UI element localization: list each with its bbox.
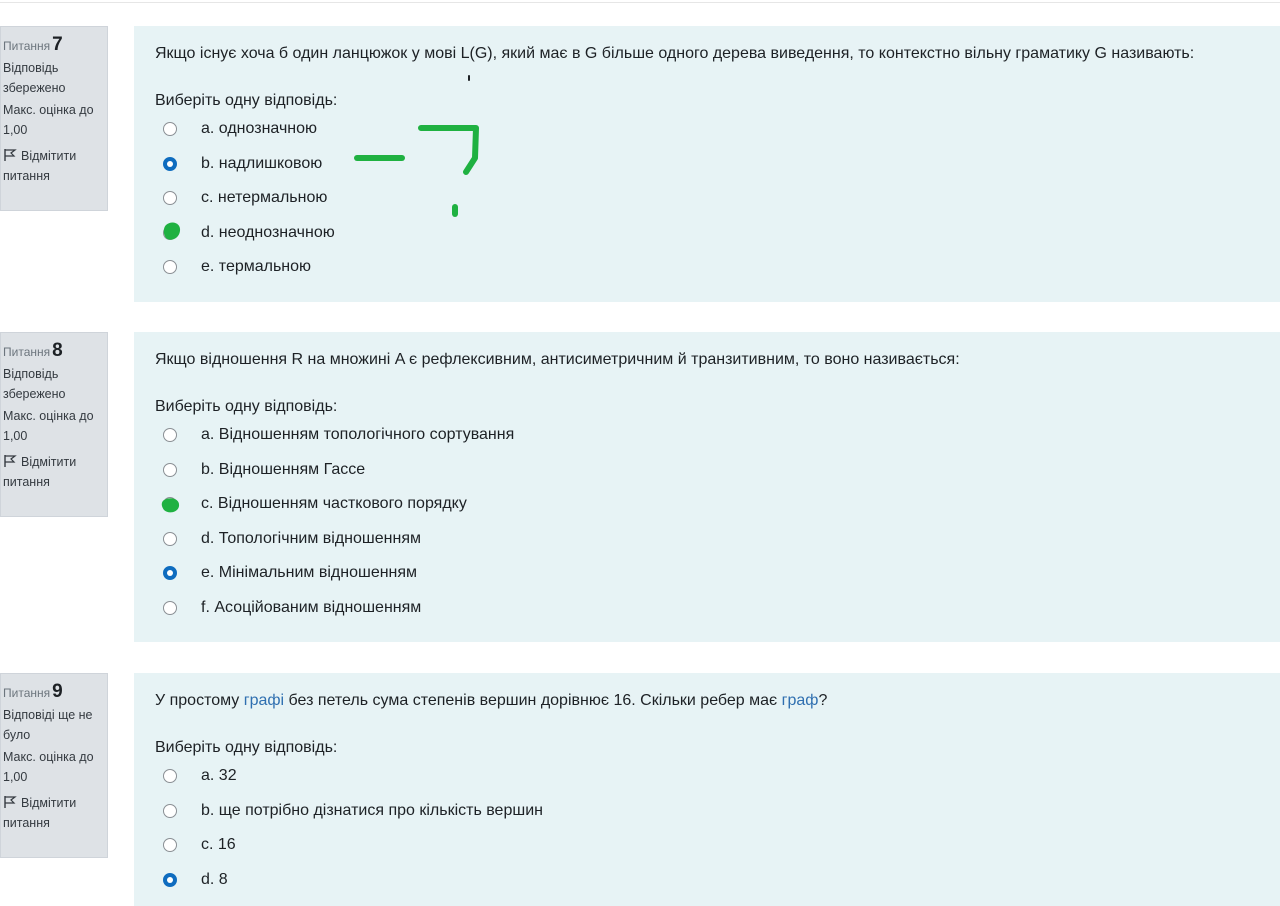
question-text-part: ? bbox=[818, 692, 828, 709]
answer-label: f. Асоційованим відношенням bbox=[201, 598, 422, 616]
answer-radio[interactable] bbox=[163, 803, 177, 818]
question-state: Відповіді ще не було bbox=[3, 708, 93, 742]
question-max-grade: Макс. оцінка до 1,00 bbox=[3, 750, 94, 784]
answer-option[interactable]: a. 32 bbox=[155, 759, 1260, 794]
question-text-part: У простому bbox=[155, 692, 244, 709]
question-number: Питання 7 bbox=[3, 35, 103, 56]
answer-radio[interactable] bbox=[163, 225, 177, 240]
flag-icon bbox=[4, 149, 17, 161]
answer-option[interactable]: d. неоднозначною bbox=[155, 216, 1260, 251]
question-number-value: 9 bbox=[52, 681, 63, 702]
answer-radio[interactable] bbox=[163, 769, 177, 784]
glossary-link-graph[interactable]: графі bbox=[244, 692, 284, 709]
answer-label: b. ще потрібно дізнатися про кількість в… bbox=[201, 801, 543, 819]
answer-list: a. 32 b. ще потрібно дізнатися про кількі… bbox=[155, 759, 1260, 897]
answer-prompt: Виберіть одну відповідь: bbox=[155, 398, 338, 415]
question-label: Питання bbox=[3, 39, 51, 53]
question-text: Якщо існує хоча б один ланцюжок у мові L… bbox=[155, 45, 1195, 62]
answer-label: c. Відношенням часткового порядку bbox=[201, 495, 467, 513]
flag-icon bbox=[4, 796, 17, 808]
answer-label: e. Мінімальним відношенням bbox=[201, 564, 418, 582]
flag-icon bbox=[4, 455, 17, 467]
question-info: Питання 8 Відповідь збережено Макс. оцінк… bbox=[0, 332, 108, 517]
question-content: Якщо існує хоча б один ланцюжок у мові L… bbox=[134, 26, 1280, 302]
answer-option[interactable]: d. Топологічним відношенням bbox=[155, 522, 1260, 557]
answer-list: a. Відношенням топологічного сортування b… bbox=[155, 418, 1260, 625]
flag-question-link[interactable]: Відмітити питання bbox=[3, 452, 103, 492]
answer-radio[interactable] bbox=[163, 122, 177, 137]
answer-label: b. надлишковою bbox=[201, 154, 323, 172]
answer-option[interactable]: e. термальною bbox=[155, 250, 1260, 285]
answer-prompt: Виберіть одну відповідь: bbox=[155, 92, 338, 109]
answer-label: e. термальною bbox=[201, 258, 312, 276]
question-info: Питання 7 Відповідь збережено Макс. оцінк… bbox=[0, 26, 108, 211]
question-number-value: 7 bbox=[52, 34, 63, 55]
answer-radio[interactable] bbox=[163, 497, 177, 512]
answer-radio[interactable] bbox=[163, 872, 177, 887]
question-number: Питання 8 bbox=[3, 341, 103, 362]
question-label: Питання bbox=[3, 345, 51, 359]
answer-option[interactable]: a. Відношенням топологічного сортування bbox=[155, 418, 1260, 453]
flag-question-link[interactable]: Відмітити питання bbox=[3, 146, 103, 186]
question-max-grade: Макс. оцінка до 1,00 bbox=[3, 409, 94, 443]
answer-option[interactable]: f. Асоційованим відношенням bbox=[155, 591, 1260, 626]
answer-label: c. 16 bbox=[201, 836, 236, 854]
glossary-link-graph[interactable]: граф bbox=[782, 692, 819, 709]
answer-radio[interactable] bbox=[163, 191, 177, 206]
question-state: Відповідь збережено bbox=[3, 61, 66, 95]
answer-option[interactable]: a. однозначною bbox=[155, 112, 1260, 147]
answer-radio[interactable] bbox=[163, 838, 177, 853]
answer-option[interactable]: b. надлишковою bbox=[155, 147, 1260, 182]
answer-radio[interactable] bbox=[163, 566, 177, 581]
answer-label: a. 32 bbox=[201, 767, 237, 785]
answer-option[interactable]: c. нетермальною bbox=[155, 181, 1260, 216]
answer-option[interactable]: d. 8 bbox=[155, 863, 1260, 898]
question-content: У простому графі без петель сума степені… bbox=[134, 673, 1280, 906]
answer-option[interactable]: c. 16 bbox=[155, 828, 1260, 863]
question-text: Якщо відношення R на множині A є рефлекс… bbox=[155, 351, 960, 368]
answer-label: c. нетермальною bbox=[201, 189, 328, 207]
answer-radio[interactable] bbox=[163, 156, 177, 171]
answer-option[interactable]: b. Відношенням Гассе bbox=[155, 453, 1260, 488]
answer-option[interactable]: e. Мінімальним відношенням bbox=[155, 556, 1260, 591]
flag-question-link[interactable]: Відмітити питання bbox=[3, 793, 103, 833]
answer-label: a. Відношенням топологічного сортування bbox=[201, 426, 515, 444]
question-number: Питання 9 bbox=[3, 682, 103, 703]
question-label: Питання bbox=[3, 686, 51, 700]
answer-label: d. Топологічним відношенням bbox=[201, 529, 421, 547]
answer-radio[interactable] bbox=[163, 428, 177, 443]
answer-label: a. однозначною bbox=[201, 120, 318, 138]
question-content: Якщо відношення R на множині A є рефлекс… bbox=[134, 332, 1280, 642]
answer-label: b. Відношенням Гассе bbox=[201, 460, 366, 478]
question-max-grade: Макс. оцінка до 1,00 bbox=[3, 103, 94, 137]
answer-option[interactable]: b. ще потрібно дізнатися про кількість в… bbox=[155, 794, 1260, 829]
question-text-part: без петель сума степенів вершин дорівнює… bbox=[284, 692, 782, 709]
answer-radio[interactable] bbox=[163, 600, 177, 615]
answer-radio[interactable] bbox=[163, 462, 177, 477]
question-text: У простому графі без петель сума степені… bbox=[155, 689, 1260, 713]
top-divider bbox=[0, 0, 1280, 3]
answer-prompt: Виберіть одну відповідь: bbox=[155, 739, 338, 756]
question-state: Відповідь збережено bbox=[3, 367, 66, 401]
answer-label: d. 8 bbox=[201, 870, 228, 888]
answer-label: d. неоднозначною bbox=[201, 223, 335, 241]
answer-radio[interactable] bbox=[163, 531, 177, 546]
answer-list: a. однозначною b. надлишковою c. нетермаль… bbox=[155, 112, 1260, 285]
answer-radio[interactable] bbox=[163, 260, 177, 275]
question-info: Питання 9 Відповіді ще не було Макс. оцін… bbox=[0, 673, 108, 858]
answer-option[interactable]: c. Відношенням часткового порядку bbox=[155, 487, 1260, 522]
question-number-value: 8 bbox=[52, 340, 63, 361]
